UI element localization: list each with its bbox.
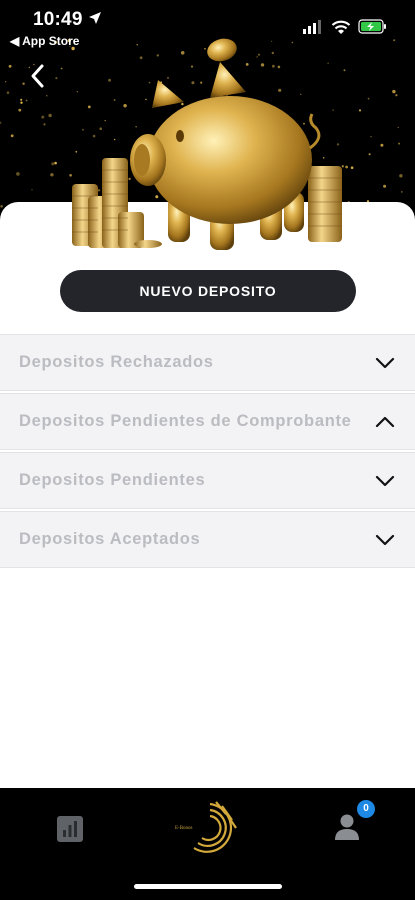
wifi-icon (331, 20, 351, 34)
back-chevron-icon[interactable] (27, 60, 51, 92)
chevron-down-icon (375, 357, 395, 368)
section-pending-receipt-deposits[interactable]: Depositos Pendientes de Comprobante (0, 393, 415, 450)
section-rejected-deposits[interactable]: Depositos Rechazados (0, 334, 415, 391)
chevron-down-icon (375, 534, 395, 545)
status-bar: 10:49 ◀ App Store (0, 0, 415, 52)
deposit-sections-accordion: Depositos Rechazados Depositos Pendiente… (0, 334, 415, 570)
back-to-app-store-link[interactable]: ◀ App Store (10, 34, 79, 48)
section-pending-deposits[interactable]: Depositos Pendientes (0, 452, 415, 509)
home-indicator (134, 884, 282, 889)
section-accepted-deposits[interactable]: Depositos Aceptados (0, 511, 415, 568)
notification-badge: 0 (357, 800, 375, 818)
status-time: 10:49 (33, 9, 83, 30)
chevron-down-icon (375, 475, 395, 486)
battery-charging-icon (358, 19, 386, 34)
new-deposit-button[interactable]: NUEVO DEPOSITO (60, 270, 356, 312)
logo-text: E-Bonos (175, 826, 193, 831)
piggy-bank-illustration (72, 38, 342, 250)
chevron-up-icon (375, 416, 395, 427)
section-label: Depositos Rechazados (19, 353, 214, 371)
section-label: Depositos Pendientes de Comprobante (19, 412, 352, 430)
location-arrow-icon (89, 12, 101, 24)
bar-chart-icon[interactable] (57, 816, 83, 842)
user-icon[interactable] (332, 812, 362, 842)
section-label: Depositos Pendientes (19, 471, 206, 489)
cellular-signal-icon (303, 20, 321, 34)
section-label: Depositos Aceptados (19, 530, 201, 548)
